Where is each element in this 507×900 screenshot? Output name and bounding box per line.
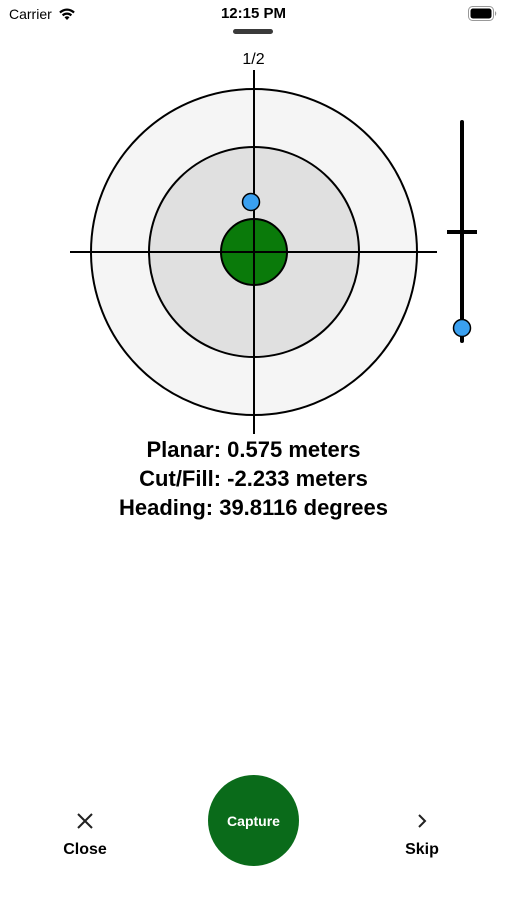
heading-readout: Heading: 39.8116 degrees bbox=[118, 495, 389, 520]
position-marker bbox=[241, 192, 261, 212]
capture-button[interactable]: Capture bbox=[208, 775, 299, 866]
close-label: Close bbox=[63, 841, 107, 858]
close-button[interactable]: Close bbox=[30, 805, 140, 859]
close-icon bbox=[30, 805, 140, 835]
skip-button[interactable]: Skip bbox=[367, 805, 477, 859]
elevation-marker bbox=[452, 318, 472, 338]
capture-label: Capture bbox=[227, 812, 280, 829]
cut-fill-readout: Cut/Fill: -2.233 meters bbox=[139, 466, 368, 491]
planar-readout: Planar: 0.575 meters bbox=[146, 437, 361, 462]
target-view bbox=[70, 70, 477, 434]
elevation-gauge bbox=[447, 120, 477, 343]
skip-label: Skip bbox=[405, 841, 439, 858]
measurement-readouts: Planar: 0.575 meters Cut/Fill: -2.233 me… bbox=[0, 435, 507, 522]
chevron-right-icon bbox=[367, 805, 477, 835]
